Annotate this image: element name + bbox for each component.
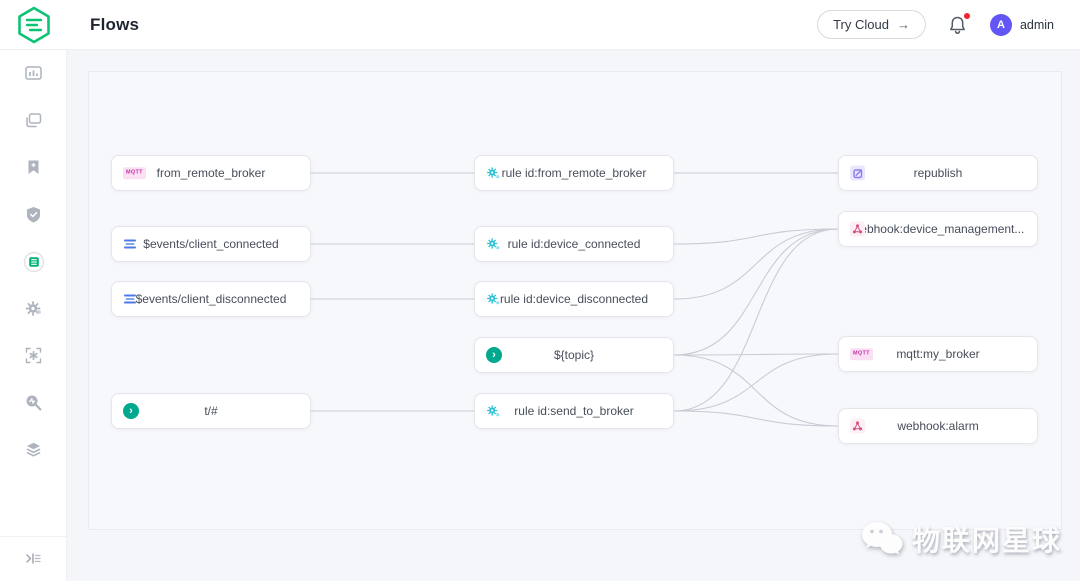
sidebar-item-authentication[interactable] <box>0 144 67 191</box>
webhook-icon <box>850 419 865 434</box>
sidebar-item-access-control[interactable] <box>0 191 67 238</box>
flow-edge <box>674 354 838 355</box>
flow-node-rule-device-disconnected[interactable]: rule id:device_disconnected <box>474 281 674 317</box>
connections-icon <box>24 111 43 130</box>
notifications-button[interactable] <box>948 15 968 35</box>
system-icon <box>24 440 43 459</box>
sidebar-item-diagnose[interactable] <box>0 379 67 426</box>
flow-node-mqtt-broker[interactable]: MQTT mqtt:my_broker <box>838 336 1038 372</box>
top-header: Flows Try Cloud → A admin <box>0 0 1080 50</box>
access-control-icon <box>24 205 43 224</box>
flow-node-label: webhook:device_management... <box>852 222 1025 236</box>
mqtt-bridge-icon: MQTT <box>850 348 873 360</box>
main-content: MQTT from_remote_broker $events/client_co… <box>67 50 1080 581</box>
republish-icon <box>850 166 865 181</box>
rule-icon <box>486 237 501 252</box>
flows-icon <box>23 251 45 273</box>
diagnose-icon <box>24 393 43 412</box>
arrow-right-icon: → <box>897 17 910 32</box>
flow-canvas[interactable]: MQTT from_remote_broker $events/client_co… <box>88 71 1062 530</box>
left-sidebar <box>0 50 67 581</box>
flow-node-from-remote-broker[interactable]: MQTT from_remote_broker <box>111 155 311 191</box>
monitoring-icon <box>24 64 43 83</box>
flow-node-republish[interactable]: republish <box>838 155 1038 191</box>
flow-node-label: $events/client_disconnected <box>136 292 287 306</box>
flow-node-label: ${topic} <box>554 348 594 362</box>
flow-node-webhook-alarm[interactable]: webhook:alarm <box>838 408 1038 444</box>
flow-node-rule-send-to-broker[interactable]: rule id:send_to_broker <box>474 393 674 429</box>
avatar: A <box>990 14 1012 36</box>
flow-node-label: mqtt:my_broker <box>896 347 979 361</box>
sidebar-divider <box>0 536 66 537</box>
rule-icon <box>486 166 501 181</box>
user-name: admin <box>1020 18 1054 32</box>
rule-icon <box>486 292 501 307</box>
emqx-logo-icon <box>17 6 51 44</box>
flow-node-rule-from-remote-broker[interactable]: rule id:from_remote_broker <box>474 155 674 191</box>
topic-icon: › <box>486 347 502 363</box>
page-title: Flows <box>90 15 139 35</box>
sidebar-item-flows[interactable] <box>0 238 67 285</box>
flow-node-label: webhook:alarm <box>897 419 978 433</box>
try-cloud-label: Try Cloud <box>833 17 889 32</box>
event-icon <box>123 238 137 250</box>
extensions-icon <box>24 346 43 365</box>
flow-node-topic-var[interactable]: › ${topic} <box>474 337 674 373</box>
collapse-sidebar-icon <box>25 551 42 566</box>
flow-node-t-topic[interactable]: › t/# <box>111 393 311 429</box>
webhook-icon <box>850 222 865 237</box>
flow-node-label: rule id:send_to_broker <box>514 404 633 418</box>
flow-node-label: t/# <box>204 404 217 418</box>
flow-node-rule-device-connected[interactable]: rule id:device_connected <box>474 226 674 262</box>
event-icon <box>123 293 137 305</box>
sidebar-item-extensions[interactable] <box>0 332 67 379</box>
topic-icon: › <box>123 403 139 419</box>
flow-node-label: rule id:device_disconnected <box>500 292 648 306</box>
flow-node-webhook-dm[interactable]: webhook:device_management... <box>838 211 1038 247</box>
flow-edge <box>674 229 838 299</box>
rule-engine-icon <box>24 299 43 318</box>
flow-node-client-disconnected[interactable]: $events/client_disconnected <box>111 281 311 317</box>
mqtt-bridge-icon: MQTT <box>123 167 146 179</box>
sidebar-item-rule-engine[interactable] <box>0 285 67 332</box>
user-menu[interactable]: A admin <box>990 14 1054 36</box>
sidebar-item-system[interactable] <box>0 426 67 473</box>
flow-edge <box>674 355 838 426</box>
flow-node-label: rule id:device_connected <box>508 237 641 251</box>
flow-node-label: from_remote_broker <box>157 166 266 180</box>
flow-node-client-connected[interactable]: $events/client_connected <box>111 226 311 262</box>
unread-notification-dot <box>964 13 970 19</box>
authentication-icon <box>24 158 43 177</box>
sidebar-item-monitoring[interactable] <box>0 50 67 97</box>
collapse-sidebar-button[interactable] <box>0 541 67 575</box>
flow-node-label: republish <box>914 166 963 180</box>
flow-node-label: rule id:from_remote_broker <box>502 166 647 180</box>
rule-icon <box>486 404 501 419</box>
app-logo[interactable] <box>0 0 67 50</box>
sidebar-item-connections[interactable] <box>0 97 67 144</box>
flow-edge <box>674 229 838 355</box>
flow-node-label: $events/client_connected <box>143 237 278 251</box>
try-cloud-button[interactable]: Try Cloud → <box>817 10 926 39</box>
flow-edge <box>674 229 838 411</box>
flow-edge <box>674 354 838 411</box>
